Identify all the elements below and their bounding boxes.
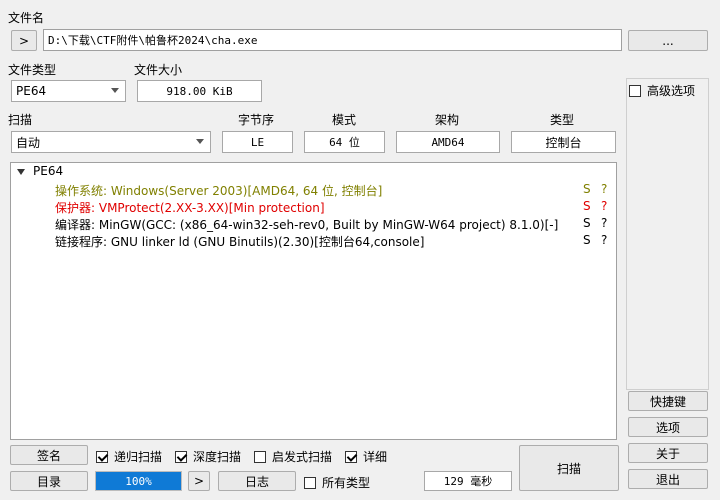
- scan-mode-select[interactable]: 自动: [11, 131, 211, 153]
- file-type-value: PE64: [16, 84, 47, 98]
- heuristic-scan-label: 启发式扫描: [272, 450, 333, 464]
- log-button[interactable]: 日志: [218, 471, 296, 491]
- deep-scan-label: 深度扫描: [193, 450, 242, 464]
- checkbox-box[interactable]: [254, 450, 266, 463]
- type-field: 控制台: [511, 131, 616, 153]
- advanced-options-label: 高级选项: [647, 84, 696, 98]
- file-type-label: 文件类型: [8, 63, 57, 77]
- tree-root-label[interactable]: PE64: [33, 164, 63, 178]
- mode-field: 64 位: [304, 131, 385, 153]
- signature-button[interactable]: 签名: [10, 445, 88, 465]
- scan-mode-value: 自动: [16, 135, 41, 150]
- result-row[interactable]: 保护器: VMProtect(2.XX-3.XX)[Min protection…: [11, 198, 616, 215]
- deep-scan-checkbox[interactable]: 深度扫描: [175, 448, 241, 465]
- recursive-scan-checkbox[interactable]: 递归扫描: [96, 448, 162, 465]
- results-tree[interactable]: PE64 操作系统: Windows(Server 2003)[AMD64, 6…: [10, 162, 617, 440]
- elapsed-time-field: 129 毫秒: [424, 471, 512, 491]
- info-button[interactable]: ?: [601, 182, 607, 196]
- recursive-scan-label: 递归扫描: [114, 450, 163, 464]
- signature-flag[interactable]: S: [583, 199, 591, 213]
- all-types-checkbox[interactable]: 所有类型: [304, 474, 370, 491]
- info-button[interactable]: ?: [601, 233, 607, 247]
- about-button[interactable]: 关于: [628, 443, 708, 463]
- type-label: 类型: [550, 113, 575, 127]
- chevron-down-icon: [196, 139, 204, 144]
- verbose-checkbox[interactable]: 详细: [345, 448, 387, 465]
- endian-label: 字节序: [238, 113, 275, 127]
- result-row[interactable]: 编译器: MinGW(GCC: (x86_64-win32-seh-rev0, …: [11, 215, 616, 232]
- heuristic-scan-checkbox[interactable]: 启发式扫描: [254, 448, 332, 465]
- advanced-panel: [626, 78, 709, 390]
- result-row[interactable]: 链接程序: GNU linker ld (GNU Binutils)(2.30)…: [11, 232, 616, 249]
- options-button[interactable]: 选项: [628, 417, 708, 437]
- mode-label: 模式: [332, 113, 357, 127]
- chevron-down-icon: [111, 88, 119, 93]
- file-type-select[interactable]: PE64: [11, 80, 126, 102]
- signature-flag[interactable]: S: [583, 182, 591, 196]
- browse-button[interactable]: ...: [628, 30, 708, 51]
- file-path-input[interactable]: D:\下载\CTF附件\帕鲁杯2024\cha.exe: [43, 29, 622, 51]
- exit-button[interactable]: 退出: [628, 469, 708, 489]
- checkbox-box[interactable]: [96, 450, 108, 463]
- shortcuts-button[interactable]: 快捷键: [628, 391, 708, 411]
- all-types-label: 所有类型: [322, 476, 371, 490]
- endian-field: LE: [222, 131, 293, 153]
- checkbox-box[interactable]: [304, 476, 316, 489]
- progress-bar: 100%: [95, 471, 182, 491]
- arch-field: AMD64: [396, 131, 500, 153]
- signature-flag[interactable]: S: [583, 233, 591, 247]
- scan-button[interactable]: 扫描: [519, 445, 619, 491]
- result-text: 链接程序: GNU linker ld (GNU Binutils)(2.30)…: [55, 235, 425, 249]
- scan-label: 扫描: [8, 113, 33, 127]
- file-size-field: 918.00 KiB: [137, 80, 262, 102]
- file-name-label: 文件名: [8, 11, 45, 25]
- result-text: 操作系统: Windows(Server 2003)[AMD64, 64 位, …: [55, 184, 383, 198]
- checkbox-box[interactable]: [629, 84, 641, 97]
- progress-text: 100%: [125, 474, 152, 488]
- expand-arrow-icon[interactable]: [17, 169, 25, 175]
- next-button[interactable]: >: [188, 471, 210, 491]
- result-text: 编译器: MinGW(GCC: (x86_64-win32-seh-rev0, …: [55, 218, 559, 232]
- info-button[interactable]: ?: [601, 216, 607, 230]
- arch-label: 架构: [435, 113, 460, 127]
- directory-button[interactable]: 目录: [10, 471, 88, 491]
- checkbox-box[interactable]: [345, 450, 357, 463]
- file-size-label: 文件大小: [134, 63, 183, 77]
- result-row[interactable]: 操作系统: Windows(Server 2003)[AMD64, 64 位, …: [11, 181, 616, 198]
- advanced-options-checkbox[interactable]: 高级选项: [629, 82, 695, 99]
- info-button[interactable]: ?: [601, 199, 607, 213]
- checkbox-box[interactable]: [175, 450, 187, 463]
- verbose-label: 详细: [363, 450, 388, 464]
- signature-flag[interactable]: S: [583, 216, 591, 230]
- result-text: 保护器: VMProtect(2.XX-3.XX)[Min protection…: [55, 201, 325, 215]
- expand-button[interactable]: >: [11, 30, 37, 51]
